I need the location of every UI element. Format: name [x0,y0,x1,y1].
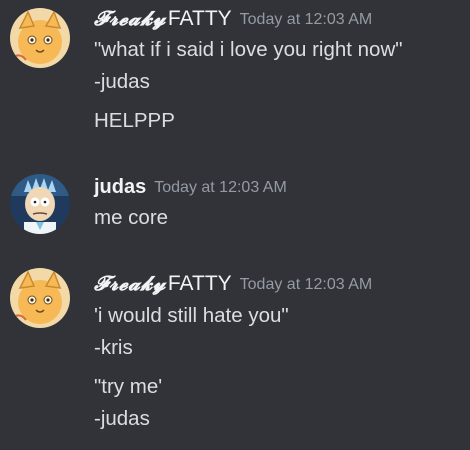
timestamp[interactable]: Today at 12:03 AM [240,11,373,28]
message-line: -kris [94,336,133,359]
username-plain: FATTY [167,7,232,30]
username-styled: 𝓕𝓻𝓮𝓪𝓴𝔂 [94,271,166,295]
message-line: "what if i said i love you right now" [94,38,403,61]
cartoon-cat-avatar-icon[interactable] [10,268,70,328]
username[interactable]: 𝓕𝓻𝓮𝓪𝓴𝔂FATTY [94,6,232,30]
username[interactable]: 𝓕𝓻𝓮𝓪𝓴𝔂FATTY [94,271,232,295]
message-header: 𝓕𝓻𝓮𝓪𝓴𝔂FATTY Today at 12:03 AM [94,268,372,298]
message-line: -judas [94,70,150,93]
cartoon-cat-avatar-icon[interactable] [10,8,70,68]
message-header: judas Today at 12:03 AM [94,171,287,201]
message-line: me core [94,206,169,229]
message-line: -judas [94,407,150,430]
message-header: 𝓕𝓻𝓮𝓪𝓴𝔂FATTY Today at 12:03 AM [94,3,372,33]
timestamp[interactable]: Today at 12:03 AM [154,179,287,196]
username[interactable]: judas [94,174,146,198]
timestamp[interactable]: Today at 12:03 AM [240,276,373,293]
rick-cartoon-avatar-icon[interactable] [10,174,70,234]
message-line: HELPPP [94,109,175,132]
username-styled: 𝓕𝓻𝓮𝓪𝓴𝔂 [94,6,166,30]
message-line: "try me' [94,375,163,398]
username-plain: FATTY [167,272,232,295]
message-line: 'i would still hate you" [94,304,289,327]
username-plain: judas [94,176,147,198]
